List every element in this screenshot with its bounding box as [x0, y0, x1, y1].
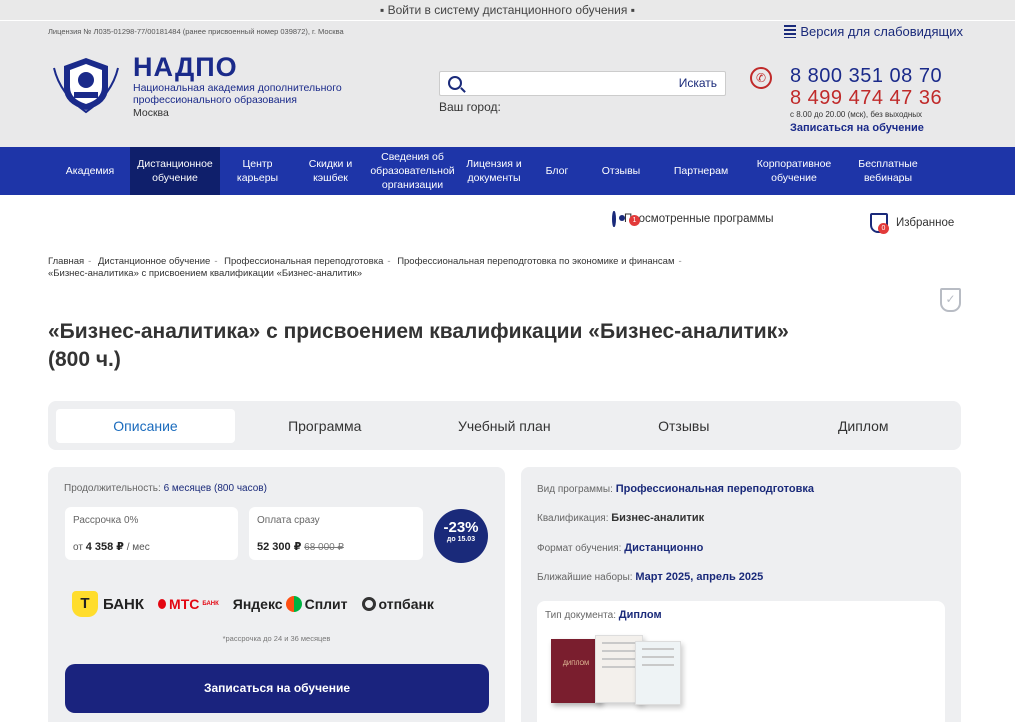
partner-banks: Т БАНК МТС БАНК Яндекс Сплит отпбанк — [72, 591, 434, 617]
tab-description[interactable]: Описание — [56, 408, 235, 443]
otp-bank-logo: отпбанк — [361, 596, 434, 612]
search-input[interactable]: Искать — [439, 71, 726, 96]
favorites-label: Избранное — [896, 217, 955, 229]
diploma-cover-image: ДИПЛОМ — [551, 639, 601, 703]
favorites-count-badge: 0 — [878, 223, 889, 234]
academy-emblem-icon[interactable] — [50, 54, 122, 114]
favorites-link[interactable]: 0 Избранное — [870, 213, 955, 234]
program-type: Вид программы: Профессиональная переподг… — [537, 483, 814, 495]
phone-primary[interactable]: 8 800 351 08 70 — [790, 65, 942, 87]
full-payment-box[interactable]: Оплата сразу 52 300 ₽ 68 000 ₽ — [249, 507, 423, 560]
enroll-header-link[interactable]: Записаться на обучение — [790, 120, 942, 136]
work-hours: с 8.00 до 20.00 (мск), без выходных — [790, 110, 923, 119]
contacts-block: 8 800 351 08 70 8 499 474 47 36 с 8.00 д… — [790, 65, 942, 136]
low-vision-link[interactable]: Версия для слабовидящих — [784, 24, 963, 39]
full-payment-label: Оплата сразу — [257, 515, 320, 526]
tab-diploma[interactable]: Диплом — [774, 409, 954, 443]
viewed-programs-link[interactable]: 1 Просмотренные программы — [612, 211, 774, 227]
nav-item-license[interactable]: Лицензия и документы — [459, 147, 529, 195]
full-payment-value: 52 300 ₽ 68 000 ₽ — [257, 541, 344, 553]
nav-item-corporate[interactable]: Корпоративное обучение — [745, 147, 843, 195]
low-vision-icon — [784, 25, 797, 38]
duration: Продолжительность: 6 месяцев (800 часов) — [64, 483, 267, 494]
nav-item-org-info[interactable]: Сведения об образовательной организации — [366, 147, 459, 195]
duration-value: 6 месяцев (800 часов) — [163, 483, 267, 494]
tab-program[interactable]: Программа — [235, 409, 415, 443]
brand-name: НАДПО — [133, 52, 238, 82]
breadcrumb-item[interactable]: Главная — [48, 256, 84, 267]
site-header: НАДПО Национальная академия дополнительн… — [0, 42, 1015, 147]
installment-box[interactable]: Рассрочка 0% от 4 358 ₽ / мес — [65, 507, 238, 560]
low-vision-label: Версия для слабовидящих — [800, 24, 963, 39]
breadcrumb-item[interactable]: Дистанционное обучение — [98, 256, 210, 267]
qualification: Квалификация: Бизнес-аналитик — [537, 512, 705, 524]
viewed-count-badge: 1 — [629, 215, 640, 226]
phone-icon: ✆ — [750, 67, 772, 89]
tbank-logo: Т БАНК — [72, 591, 144, 617]
favorites-shield-icon: 0 — [870, 213, 889, 234]
main-nav: Академия Дистанционное обучение Центр ка… — [0, 147, 1015, 195]
distance-login-bar[interactable]: ▪ Войти в систему дистанционного обучени… — [0, 0, 1015, 20]
pricing-card: Продолжительность: 6 месяцев (800 часов)… — [48, 467, 505, 722]
discount-badge: -23% до 15.03 — [434, 509, 488, 563]
page-title: «Бизнес-аналитика» с присвоением квалифи… — [48, 320, 789, 371]
old-price: 68 000 ₽ — [304, 542, 344, 553]
user-tools: 1 Просмотренные программы 0 Избранное — [0, 195, 1015, 251]
study-format: Формат обучения: Дистанционно — [537, 542, 704, 554]
nav-item-distance[interactable]: Дистанционное обучение — [130, 147, 220, 195]
city-selector[interactable]: Ваш город: — [439, 100, 501, 114]
nav-item-academy[interactable]: Академия — [50, 147, 130, 195]
document-card[interactable]: Тип документа: Диплом ДИПЛОМ — [537, 601, 945, 722]
nav-item-discounts[interactable]: Скидки и кэшбек — [295, 147, 366, 195]
brand-block[interactable]: НАДПО Национальная академия дополнительн… — [133, 52, 363, 120]
nav-item-partners[interactable]: Партнерам — [657, 147, 745, 195]
brand-city: Москва — [133, 107, 169, 119]
license-text: Лицензия № Л035-01298-77/00181484 (ранее… — [48, 27, 344, 36]
program-info-card: Вид программы: Профессиональная переподг… — [521, 467, 961, 722]
nav-item-blog[interactable]: Блог — [529, 147, 585, 195]
nav-item-webinars[interactable]: Бесплатные вебинары — [843, 147, 933, 195]
eye-icon: 1 — [612, 211, 640, 227]
breadcrumb-current: «Бизнес-аналитика» с присвоением квалифи… — [48, 268, 362, 279]
enroll-button[interactable]: Записаться на обучение — [65, 664, 489, 713]
distance-login-link[interactable]: ▪ Войти в систему дистанционного обучени… — [380, 3, 635, 17]
program-tabs: Описание Программа Учебный план Отзывы Д… — [48, 401, 961, 450]
installment-note: *рассрочка до 24 и 36 месяцев — [222, 634, 331, 643]
yandex-split-logo: Яндекс Сплит — [232, 596, 348, 612]
viewed-programs-label: Просмотренные программы — [624, 213, 774, 225]
document-type: Тип документа: Диплом — [545, 609, 662, 621]
tab-curriculum[interactable]: Учебный план — [415, 409, 595, 443]
add-favorite-icon[interactable]: ✓ — [940, 288, 961, 312]
mts-bank-logo: МТС БАНК — [158, 596, 219, 612]
installment-label: Рассрочка 0% — [73, 515, 139, 526]
installment-value: от 4 358 ₽ / мес — [73, 541, 150, 553]
phone-secondary[interactable]: 8 499 474 47 36 — [790, 87, 942, 109]
breadcrumb: Главная - Дистанционное обучение - Професс… — [48, 256, 682, 279]
tab-reviews[interactable]: Отзывы — [594, 409, 774, 443]
nav-item-reviews[interactable]: Отзывы — [585, 147, 657, 195]
nav-item-career[interactable]: Центр карьеры — [220, 147, 295, 195]
license-row: Лицензия № Л035-01298-77/00181484 (ранее… — [0, 20, 1015, 42]
diploma-supplement-image — [635, 641, 681, 705]
breadcrumb-item[interactable]: Профессиональная переподготовка по эконо… — [397, 256, 674, 267]
brand-subtitle: Национальная академия дополнительного пр… — [133, 82, 342, 106]
breadcrumb-item[interactable]: Профессиональная переподготовка — [224, 256, 383, 267]
search-icon — [448, 76, 462, 90]
search-button[interactable]: Искать — [679, 76, 717, 90]
next-intakes: Ближайшие наборы: Март 2025, апрель 2025 — [537, 571, 764, 583]
